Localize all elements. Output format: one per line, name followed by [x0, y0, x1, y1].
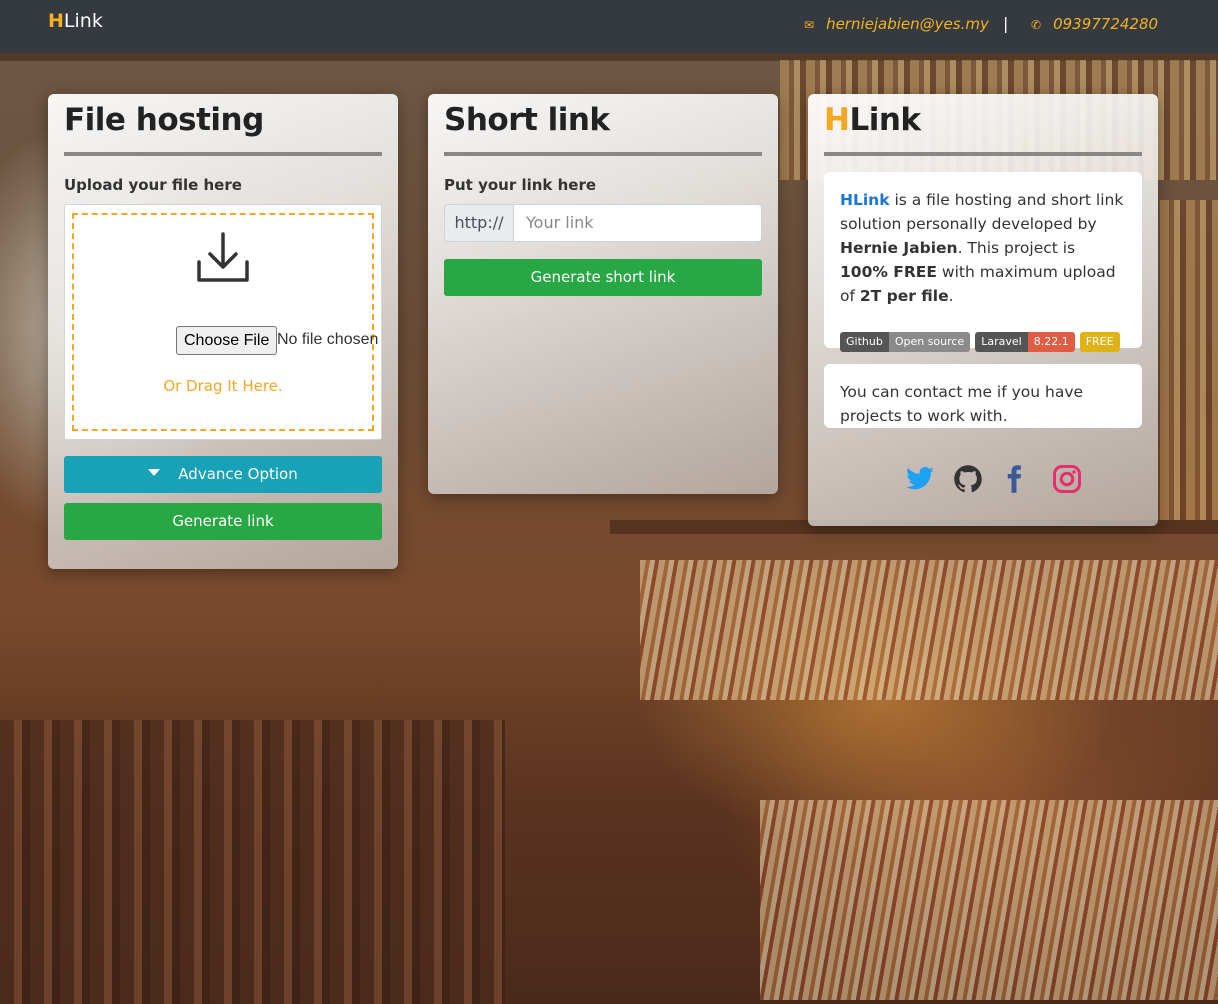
free-badge[interactable]: FREE [1079, 332, 1120, 352]
no-file-text: No file chosen [277, 331, 379, 348]
phone-text: 09397724280 [1053, 15, 1159, 33]
upload-label: Upload your file here [64, 176, 242, 194]
caret-down-icon [148, 469, 161, 476]
badge-right: Open source [888, 332, 971, 352]
github-badge[interactable]: Github Open source [840, 332, 971, 352]
about-description-box: HLink is a file hosting and short link s… [824, 172, 1142, 352]
background-radiator [0, 720, 505, 1004]
choose-file-button[interactable]: Choose File [176, 326, 278, 355]
twitter-icon[interactable] [905, 464, 935, 494]
about-title-rest: Link [849, 102, 921, 138]
http-prefix: http:// [444, 204, 514, 242]
instagram-icon[interactable] [1052, 464, 1082, 494]
background-files [640, 560, 1218, 700]
contact-text: You can contact me if you have projects … [840, 383, 1084, 425]
short-link-title: Short link [444, 94, 762, 156]
brand-logo[interactable]: HLink [48, 10, 103, 32]
top-navbar: HLink ✉ herniejabien@yes.my | ✆ 0939772428… [0, 0, 1218, 53]
about-card: HLink HLink is a file hosting and short … [808, 94, 1158, 526]
generate-link-button[interactable]: Generate link [64, 503, 382, 540]
badge-right: 8.22.1 [1027, 332, 1075, 352]
download-icon [197, 232, 249, 282]
desc-size: 2T per file [859, 287, 949, 305]
badge-row: Github Open source Laravel 8.22.1 FREE [840, 332, 1126, 352]
about-title: HLink [824, 94, 1142, 156]
about-title-letter: H [824, 102, 850, 138]
email-contact[interactable]: ✉ herniejabien@yes.my [804, 15, 989, 33]
link-label: Put your link here [444, 176, 597, 194]
file-hosting-title: File hosting [64, 94, 382, 156]
social-links [808, 464, 1158, 504]
advance-option-label: Advance Option [178, 465, 298, 483]
contact-box: You can contact me if you have projects … [824, 364, 1142, 428]
phone-contact[interactable]: ✆ 09397724280 [1031, 15, 1158, 33]
badge-label: FREE [1079, 332, 1120, 352]
desc-free: 100% FREE [840, 263, 937, 281]
background-files-bottom [760, 800, 1218, 1000]
advance-option-button[interactable]: Advance Option [64, 456, 382, 493]
background-books-right [1160, 200, 1218, 520]
link-input[interactable]: Your link [514, 204, 762, 242]
drag-hint: Or Drag It Here. [163, 377, 283, 395]
dropzone[interactable]: Choose File No file chosen Or Drag It He… [64, 204, 382, 440]
contact-separator: | [1003, 14, 1009, 33]
envelope-icon: ✉ [804, 18, 815, 32]
laravel-badge[interactable]: Laravel 8.22.1 [975, 332, 1075, 352]
about-description: HLink is a file hosting and short link s… [840, 188, 1126, 308]
short-link-card: Short link Put your link here http:// Yo… [428, 94, 778, 494]
dropzone-area[interactable]: Choose File No file chosen Or Drag It He… [72, 213, 378, 431]
phone-icon: ✆ [1031, 18, 1042, 32]
link-input-group: http:// Your link [444, 204, 762, 242]
email-text: herniejabien@yes.my [826, 15, 989, 33]
file-hosting-card: File hosting Upload your file here Choos… [48, 94, 398, 569]
desc-author: Hernie Jabien [840, 239, 958, 257]
generate-short-link-button[interactable]: Generate short link [444, 259, 762, 296]
github-icon[interactable] [953, 464, 983, 494]
facebook-icon[interactable] [999, 464, 1029, 494]
desc-text-2: . This project is [957, 239, 1076, 257]
brand-letter: H [48, 10, 64, 32]
badge-left: Laravel [975, 332, 1028, 352]
brand-name: Link [63, 10, 103, 32]
desc-brand[interactable]: HLink [840, 191, 890, 209]
badge-left: Github [840, 332, 889, 352]
desc-text-4: . [948, 287, 954, 305]
